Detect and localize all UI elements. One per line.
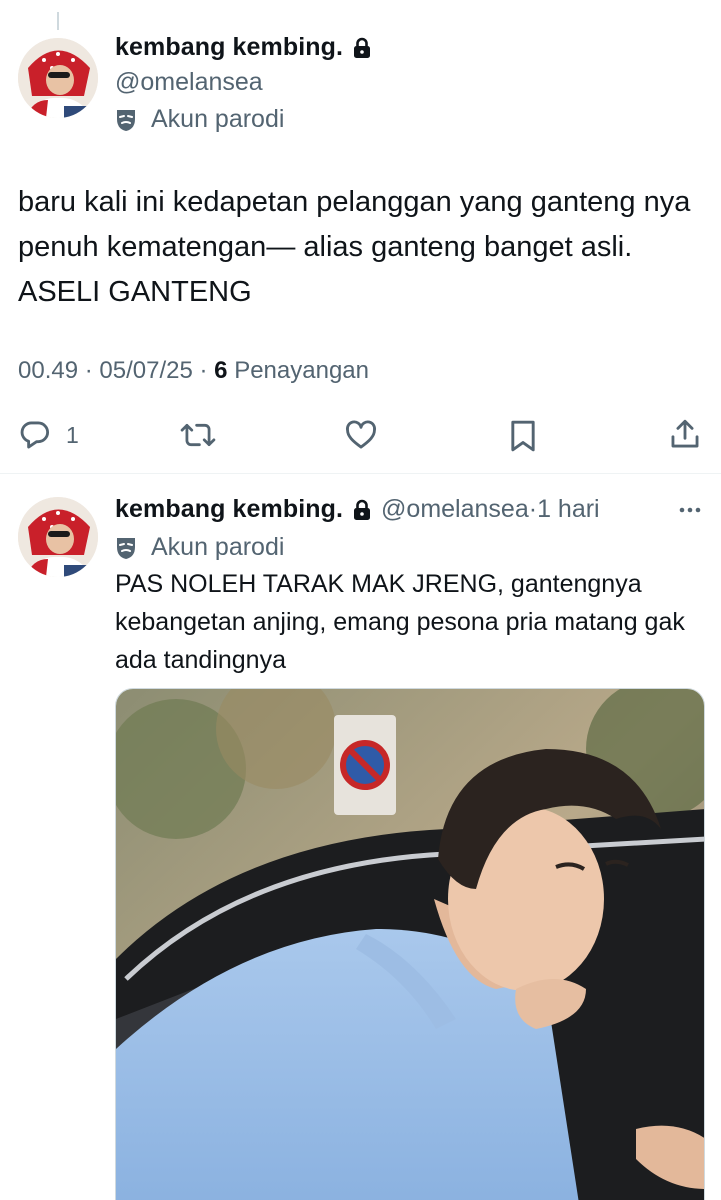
meta-separator: ·	[84, 357, 100, 384]
tweet-date[interactable]: 05/07/25	[99, 357, 192, 384]
mask-icon	[115, 536, 137, 560]
author-name-row: kembang kembing.	[115, 33, 371, 62]
bookmark-button[interactable]	[507, 418, 539, 454]
photo	[116, 689, 704, 1200]
tweet-thread-view: kembang kembing. @omelansea Akun parodi …	[0, 0, 721, 1200]
tweet-actions: 1	[0, 410, 721, 460]
parody-label-row: Akun parodi	[115, 533, 284, 562]
reply-icon	[20, 421, 50, 449]
avatar[interactable]	[18, 497, 98, 577]
share-icon	[671, 419, 699, 448]
more-options-icon[interactable]	[677, 497, 703, 528]
share-button[interactable]	[668, 416, 702, 452]
retweet-icon	[180, 423, 216, 447]
avatar-image	[18, 497, 98, 577]
reply-count: 1	[66, 421, 79, 448]
tweet-time[interactable]: 00.49	[18, 357, 78, 384]
views-count[interactable]: 6	[214, 357, 227, 384]
tweet-media-image[interactable]	[115, 688, 705, 1200]
tweet-text: baru kali ini kedapetan pelanggan yang g…	[18, 186, 691, 308]
retweet-button[interactable]	[180, 418, 216, 452]
avatar[interactable]	[18, 38, 98, 118]
tweet-meta: 00.49 · 05/07/25 · 6 Penayangan	[18, 357, 369, 385]
parody-label: Akun parodi	[151, 105, 285, 133]
parody-label: Akun parodi	[151, 533, 285, 561]
reply-button[interactable]: 1	[18, 418, 79, 452]
quoted-author-row: kembang kembing. @omelansea · 1 hari	[115, 495, 600, 524]
meta-separator: ·	[199, 357, 215, 384]
avatar-image	[18, 38, 98, 118]
tweet-text: PAS NOLEH TARAK MAK JRENG, gantengnya ke…	[115, 570, 685, 674]
heart-icon	[346, 420, 376, 449]
handle[interactable]: @omelansea	[381, 495, 529, 524]
like-button[interactable]	[343, 418, 379, 452]
mask-icon	[115, 108, 137, 132]
parody-label-row: Akun parodi	[115, 105, 284, 134]
thread-connector-line	[57, 12, 59, 30]
display-name[interactable]: kembang kembing.	[115, 495, 343, 524]
tweet-divider	[0, 473, 721, 474]
display-name[interactable]: kembang kembing.	[115, 33, 343, 62]
bookmark-icon	[511, 420, 535, 452]
views-label[interactable]: Penayangan	[234, 357, 369, 384]
tweet-time-ago[interactable]: 1 hari	[537, 495, 600, 524]
lock-icon	[353, 499, 371, 521]
lock-icon	[353, 37, 371, 59]
handle[interactable]: @omelansea	[115, 68, 263, 97]
meta-separator: ·	[528, 495, 538, 523]
